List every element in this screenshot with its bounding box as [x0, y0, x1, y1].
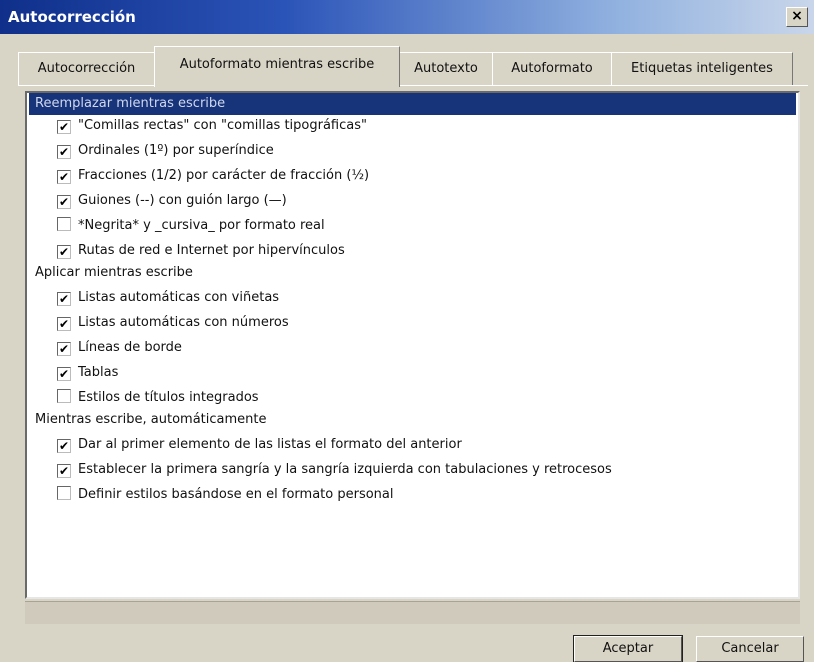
- option-label: Dar al primer elemento de las listas el …: [78, 437, 462, 452]
- group-header-automaticamente[interactable]: Mientras escribe, automáticamente: [29, 409, 266, 431]
- option-label: Líneas de borde: [78, 340, 182, 355]
- tab-label: Autoformato mientras escribe: [179, 57, 375, 72]
- checkbox[interactable]: [57, 389, 71, 403]
- option-label: "Comillas rectas" con "comillas tipográf…: [78, 118, 367, 133]
- autocorrect-dialog: Autocorrección × Autocorrección Autoform…: [0, 0, 814, 662]
- tab-label: Etiquetas inteligentes: [631, 61, 773, 76]
- description-strip: [25, 601, 800, 624]
- option-comillas[interactable]: ✔ "Comillas rectas" con "comillas tipográ…: [57, 115, 367, 137]
- cancel-button[interactable]: Cancelar: [696, 636, 804, 662]
- tab-etiquetas-inteligentes[interactable]: Etiquetas inteligentes: [611, 52, 793, 85]
- checkbox-checked[interactable]: ✔: [57, 170, 71, 184]
- option-label: Estilos de títulos integrados: [78, 390, 259, 405]
- checkbox-checked[interactable]: ✔: [57, 317, 71, 331]
- tab-autocorreccion[interactable]: Autocorrección: [18, 52, 155, 85]
- checkbox-checked[interactable]: ✔: [57, 367, 71, 381]
- options-list[interactable]: Reemplazar mientras escribe ✔ "Comillas r…: [25, 91, 800, 599]
- tab-strip: Autocorrección Autoformato mientras escr…: [18, 46, 808, 87]
- option-estilos-titulos[interactable]: Estilos de títulos integrados: [57, 387, 259, 409]
- option-definir-estilos[interactable]: Definir estilos basándose en el formato …: [57, 484, 394, 506]
- checkbox-checked[interactable]: ✔: [57, 120, 71, 134]
- tab-label: Autocorrección: [37, 61, 136, 76]
- option-label: Tablas: [78, 365, 119, 380]
- tab-label: Autotexto: [414, 61, 478, 76]
- title-bar[interactable]: Autocorrección ×: [0, 0, 814, 34]
- checkbox[interactable]: [57, 486, 71, 500]
- option-negrita-cursiva[interactable]: *Negrita* y _cursiva_ por formato real: [57, 215, 325, 237]
- window-title: Autocorrección: [8, 8, 136, 26]
- tab-panel-edge: [18, 85, 808, 86]
- checkbox-checked[interactable]: ✔: [57, 439, 71, 453]
- option-label: *Negrita* y _cursiva_ por formato real: [78, 218, 325, 233]
- option-label: Establecer la primera sangría y la sangr…: [78, 462, 612, 477]
- checkbox-checked[interactable]: ✔: [57, 145, 71, 159]
- group-header-aplicar[interactable]: Aplicar mientras escribe: [29, 262, 193, 284]
- option-listas-vinetas[interactable]: ✔ Listas automáticas con viñetas: [57, 287, 279, 309]
- option-guiones[interactable]: ✔ Guiones (--) con guión largo (—): [57, 190, 287, 212]
- option-lineas-borde[interactable]: ✔ Líneas de borde: [57, 337, 182, 359]
- option-label: Fracciones (1/2) por carácter de fracció…: [78, 168, 370, 183]
- option-label: Rutas de red e Internet por hipervínculo…: [78, 243, 345, 258]
- option-tablas[interactable]: ✔ Tablas: [57, 362, 118, 384]
- checkbox[interactable]: [57, 217, 71, 231]
- option-label: Guiones (--) con guión largo (—): [78, 193, 287, 208]
- option-primer-elemento-listas[interactable]: ✔ Dar al primer elemento de las listas el…: [57, 434, 462, 456]
- checkbox-checked[interactable]: ✔: [57, 342, 71, 356]
- option-ordinales[interactable]: ✔ Ordinales (1º) por superíndice: [57, 140, 274, 162]
- checkbox-checked[interactable]: ✔: [57, 245, 71, 259]
- option-listas-numeros[interactable]: ✔ Listas automáticas con números: [57, 312, 289, 334]
- checkbox-checked[interactable]: ✔: [57, 292, 71, 306]
- group-header-reemplazar[interactable]: Reemplazar mientras escribe: [29, 93, 796, 115]
- option-label: Definir estilos basándose en el formato …: [78, 487, 394, 502]
- close-icon: ×: [791, 8, 803, 24]
- option-label: Listas automáticas con números: [78, 315, 289, 330]
- option-rutas-hipervinculos[interactable]: ✔ Rutas de red e Internet por hipervíncul…: [57, 240, 345, 262]
- option-sangria[interactable]: ✔ Establecer la primera sangría y la sang…: [57, 459, 612, 481]
- close-button[interactable]: ×: [786, 7, 808, 27]
- checkbox-checked[interactable]: ✔: [57, 464, 71, 478]
- tab-autoformato[interactable]: Autoformato: [492, 52, 612, 85]
- ok-button[interactable]: Aceptar: [573, 635, 683, 662]
- tab-autotexto[interactable]: Autotexto: [399, 52, 493, 85]
- option-fracciones[interactable]: ✔ Fracciones (1/2) por carácter de fracci…: [57, 165, 369, 187]
- tab-label: Autoformato: [511, 61, 593, 76]
- option-label: Ordinales (1º) por superíndice: [78, 143, 274, 158]
- tab-autoformato-mientras-escribe[interactable]: Autoformato mientras escribe: [154, 46, 400, 87]
- checkbox-checked[interactable]: ✔: [57, 195, 71, 209]
- option-label: Listas automáticas con viñetas: [78, 290, 280, 305]
